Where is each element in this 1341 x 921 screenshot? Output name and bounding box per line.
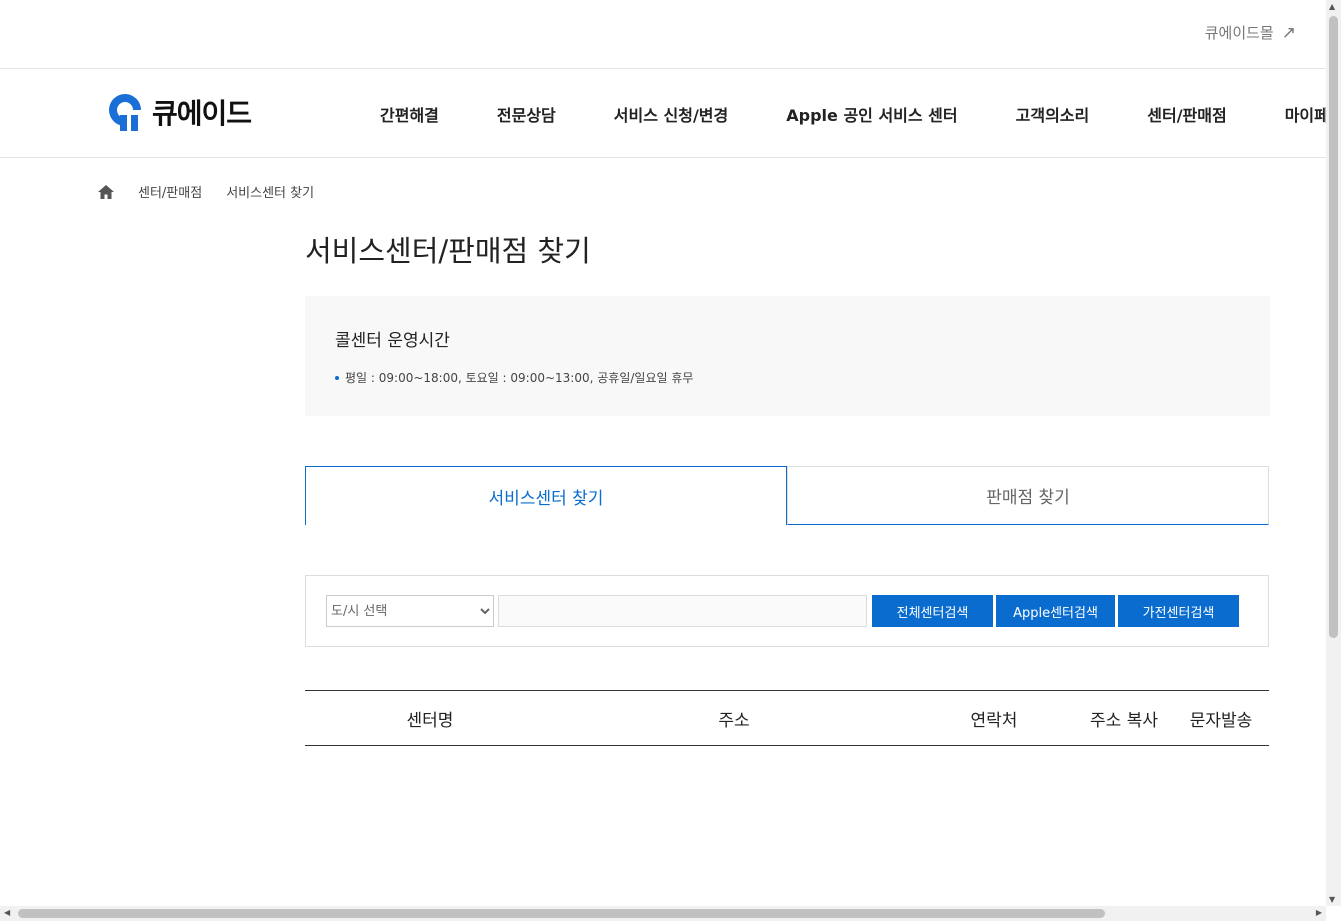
tab-service-center[interactable]: 서비스센터 찾기 xyxy=(305,466,787,525)
keyword-input[interactable] xyxy=(498,595,867,627)
column-address: 주소 xyxy=(555,690,913,746)
scroll-right-icon[interactable]: ▶ xyxy=(1316,908,1322,917)
table-header-row: 센터명 주소 연락처 주소 복사 문자발송 xyxy=(305,690,1269,746)
breadcrumb: 센터/판매점 서비스센터 찾기 xyxy=(97,182,338,201)
vertical-scrollbar[interactable]: ▲ ▼ xyxy=(1326,0,1341,906)
city-select[interactable]: 도/시 선택 xyxy=(326,595,494,627)
utility-bar: 큐에이드몰 ↗ xyxy=(0,0,1326,69)
main-nav: 간편해결 전문상담 서비스 신청/변경 Apple 공인 서비스 센터 고객의소… xyxy=(380,102,1326,126)
search-apple-centers-button[interactable]: Apple센터검색 xyxy=(996,595,1115,627)
result-table: 센터명 주소 연락처 주소 복사 문자발송 xyxy=(305,690,1269,746)
column-copy-address: 주소 복사 xyxy=(1075,690,1173,746)
external-arrow-icon: ↗ xyxy=(1281,22,1296,43)
nav-item-quick-fix[interactable]: 간편해결 xyxy=(380,102,439,126)
page-title: 서비스센터/판매점 찾기 xyxy=(305,234,591,268)
search-panel: 도/시 선택 전체센터검색 Apple센터검색 가전센터검색 xyxy=(305,575,1269,647)
nav-item-voice-of-customer[interactable]: 고객의소리 xyxy=(1016,102,1090,126)
nav-item-center-store[interactable]: 센터/판매점 xyxy=(1147,102,1226,126)
nav-item-apple-center[interactable]: Apple 공인 서비스 센터 xyxy=(786,102,957,126)
scroll-left-icon[interactable]: ◀ xyxy=(4,908,10,917)
search-appliance-centers-button[interactable]: 가전센터검색 xyxy=(1118,595,1239,627)
column-center-name: 센터명 xyxy=(305,690,555,746)
search-all-centers-button[interactable]: 전체센터검색 xyxy=(872,595,993,627)
call-center-hours-line: 평일 : 09:00~18:00, 토요일 : 09:00~13:00, 공휴일… xyxy=(335,369,1240,386)
breadcrumb-service-center[interactable]: 서비스센터 찾기 xyxy=(226,182,314,201)
call-center-hours-text: 평일 : 09:00~18:00, 토요일 : 09:00~13:00, 공휴일… xyxy=(345,371,694,385)
site-header: 큐에이드 간편해결 전문상담 서비스 신청/변경 Apple 공인 서비스 센터… xyxy=(0,69,1326,158)
nav-item-mypage[interactable]: 마이페이지 xyxy=(1285,102,1326,126)
breadcrumb-center-store[interactable]: 센터/판매점 xyxy=(138,182,202,201)
horizontal-scroll-thumb[interactable] xyxy=(18,909,1105,918)
column-contact: 연락처 xyxy=(913,690,1075,746)
mall-link-label: 큐에이드몰 xyxy=(1204,24,1274,42)
column-send-sms: 문자발송 xyxy=(1173,690,1269,746)
bullet-icon xyxy=(335,375,339,380)
vertical-scroll-thumb[interactable] xyxy=(1329,16,1338,638)
tab-store[interactable]: 판매점 찾기 xyxy=(787,466,1269,525)
nav-item-service-request[interactable]: 서비스 신청/변경 xyxy=(614,102,728,126)
call-center-hours-title: 콜센터 운영시간 xyxy=(335,331,450,351)
logo[interactable]: 큐에이드 xyxy=(106,91,252,133)
scroll-down-icon[interactable]: ▼ xyxy=(1329,895,1335,904)
scroll-up-icon[interactable]: ▲ xyxy=(1329,2,1335,11)
nav-item-expert-consult[interactable]: 전문상담 xyxy=(497,102,556,126)
call-center-hours-box: 콜센터 운영시간 평일 : 09:00~18:00, 토요일 : 09:00~1… xyxy=(305,296,1270,416)
logo-mark-icon xyxy=(109,94,141,131)
logo-text: 큐에이드 xyxy=(152,97,252,130)
home-icon[interactable] xyxy=(97,183,115,201)
mall-link[interactable]: 큐에이드몰 ↗ xyxy=(1205,22,1296,43)
horizontal-scrollbar[interactable]: ◀ ▶ xyxy=(0,906,1326,921)
search-tabs: 서비스센터 찾기 판매점 찾기 xyxy=(305,466,1269,525)
